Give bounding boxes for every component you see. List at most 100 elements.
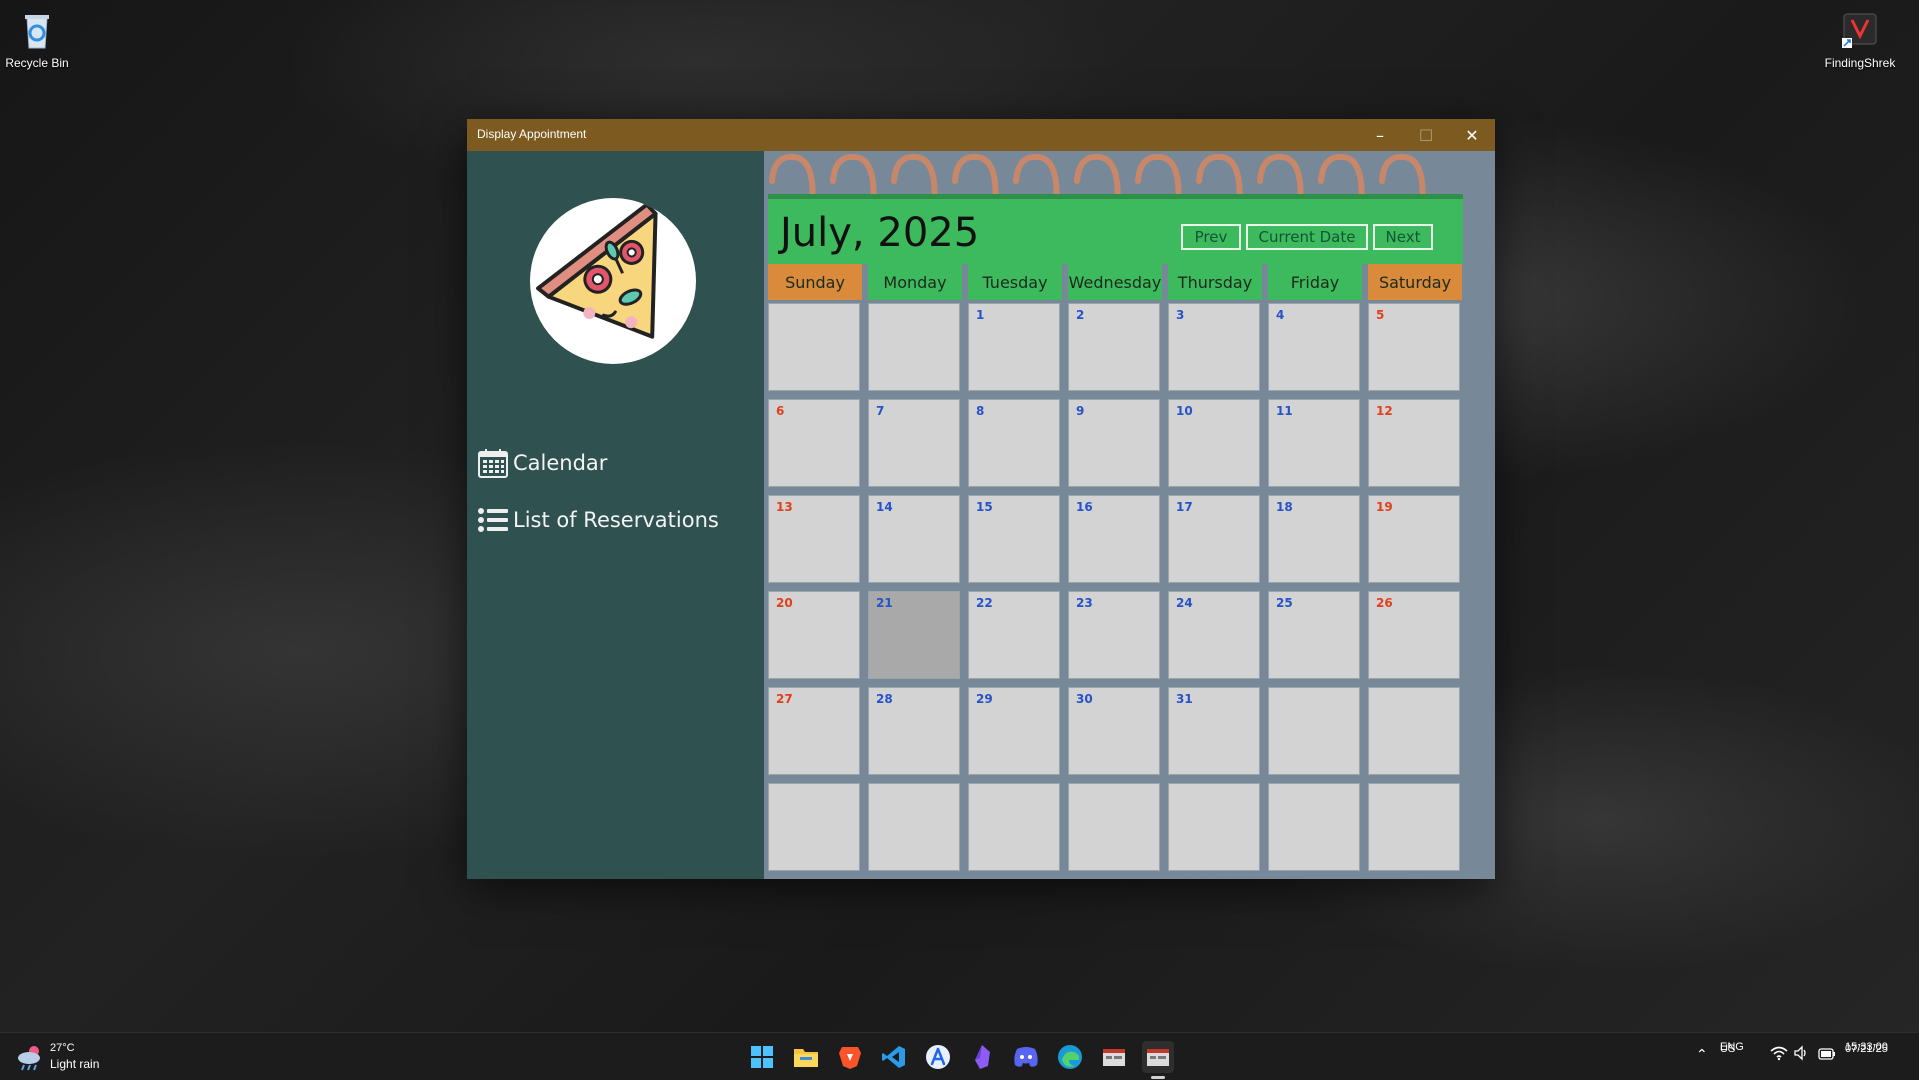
day-cell[interactable]: 25 [1268,591,1360,679]
day-cell[interactable]: 6 [768,399,860,487]
day-cell[interactable]: 29 [968,687,1060,775]
day-cell[interactable]: 2 [1068,303,1160,391]
day-cell[interactable]: 1 [968,303,1060,391]
day-cell[interactable]: 11 [1268,399,1360,487]
day-number: 27 [776,692,793,706]
day-number: 14 [876,500,893,514]
day-header-monday: Monday [868,264,962,300]
day-number: 23 [1076,596,1093,610]
recycle-bin-shortcut[interactable]: Recycle Bin [0,8,82,70]
day-cell[interactable]: 4 [1268,303,1360,391]
day-cell[interactable]: 24 [1168,591,1260,679]
month-year-label: July, 2025 [780,210,980,256]
day-number: 20 [776,596,793,610]
day-cell[interactable]: 17 [1168,495,1260,583]
sidebar-item-list-of-reservations[interactable]: List of Reservations [477,503,719,537]
display-appointment-window: Display Appointment – ☐ ✕ Calendar List … [467,119,1495,879]
day-cell[interactable]: 20 [768,591,860,679]
close-button[interactable]: ✕ [1449,119,1495,151]
app-store-icon[interactable] [922,1041,954,1073]
day-cell[interactable] [868,303,960,391]
day-cell[interactable]: 19 [1368,495,1460,583]
day-cell[interactable] [968,783,1060,871]
weather-temp: 27°C [50,1042,75,1054]
day-header-wednesday: Wednesday [1068,264,1162,300]
prev-button[interactable]: Prev [1181,224,1241,250]
day-cell[interactable]: 12 [1368,399,1460,487]
calendar-panel: July, 2025 Prev Current Date Next Sunday… [764,151,1495,879]
day-number: 28 [876,692,893,706]
day-cell[interactable]: 21 [868,591,960,679]
day-header-saturday: Saturday [1368,264,1462,300]
day-cell[interactable] [1068,783,1160,871]
pizza-logo-icon [530,198,696,364]
day-cell[interactable]: 14 [868,495,960,583]
windows-start-icon[interactable] [746,1041,778,1073]
day-number: 18 [1276,500,1293,514]
weather-widget[interactable]: 27°C Light rain [16,1041,126,1073]
day-number: 26 [1376,596,1393,610]
vscode-icon[interactable] [878,1041,910,1073]
wifi-icon[interactable] [1770,1045,1788,1065]
findingshrek-shortcut[interactable]: FindingShrek [1815,8,1905,70]
taskbar: 27°C Light rain ⌃ ENG US 15:33:00 07/21/… [0,1032,1919,1080]
findingshrek-label: FindingShrek [1824,56,1896,70]
maximize-button[interactable]: ☐ [1403,119,1449,151]
file-explorer-icon[interactable] [790,1041,822,1073]
day-number: 30 [1076,692,1093,706]
maximize-icon: ☐ [1418,125,1434,145]
obsidian-icon[interactable] [966,1041,998,1073]
day-cell[interactable] [1168,783,1260,871]
day-cell[interactable]: 22 [968,591,1060,679]
day-cell[interactable]: 26 [1368,591,1460,679]
calendar-header: July, 2025 Prev Current Date Next [768,194,1463,264]
minimize-button[interactable]: – [1357,119,1403,151]
day-number: 8 [976,404,985,418]
shortcut-icon [1838,8,1882,52]
day-cell[interactable]: 27 [768,687,860,775]
sidebar-item-calendar[interactable]: Calendar [477,446,607,480]
day-cell[interactable]: 8 [968,399,1060,487]
title-bar[interactable]: Display Appointment – ☐ ✕ [467,119,1495,151]
minimize-icon: – [1376,125,1384,145]
day-cell[interactable]: 15 [968,495,1060,583]
day-number: 16 [1076,500,1093,514]
chevron-up-icon[interactable]: ⌃ [1696,1047,1708,1063]
next-button[interactable]: Next [1373,224,1433,250]
discord-icon[interactable] [1010,1041,1042,1073]
day-cell[interactable]: 16 [1068,495,1160,583]
calendar-icon [477,447,509,479]
day-cell[interactable] [1368,687,1460,775]
volume-icon[interactable] [1793,1045,1809,1065]
day-cell[interactable]: 9 [1068,399,1160,487]
day-number: 21 [876,596,893,610]
day-cell[interactable]: 28 [868,687,960,775]
day-cell[interactable] [768,303,860,391]
current-date-button[interactable]: Current Date [1246,224,1368,250]
day-cell[interactable]: 5 [1368,303,1460,391]
day-cell[interactable] [1268,783,1360,871]
calendar-app-icon[interactable] [1142,1041,1174,1073]
day-number: 7 [876,404,885,418]
day-cell[interactable] [1268,687,1360,775]
day-cell[interactable]: 13 [768,495,860,583]
day-cell[interactable]: 18 [1268,495,1360,583]
brave-browser-icon[interactable] [834,1041,866,1073]
edge-icon[interactable] [1054,1041,1086,1073]
clock-date: 07/21/25 [1845,1043,1888,1055]
day-cell[interactable]: 7 [868,399,960,487]
app-window-icon[interactable] [1098,1041,1130,1073]
day-number: 31 [1176,692,1193,706]
battery-icon[interactable] [1818,1046,1836,1065]
day-cell[interactable] [768,783,860,871]
day-cell[interactable]: 3 [1168,303,1260,391]
day-number: 22 [976,596,993,610]
day-cell[interactable]: 30 [1068,687,1160,775]
day-cell[interactable]: 23 [1068,591,1160,679]
day-cell[interactable]: 31 [1168,687,1260,775]
day-header-thursday: Thursday [1168,264,1262,300]
day-header-friday: Friday [1268,264,1362,300]
day-cell[interactable]: 10 [1168,399,1260,487]
day-cell[interactable] [1368,783,1460,871]
day-cell[interactable] [868,783,960,871]
